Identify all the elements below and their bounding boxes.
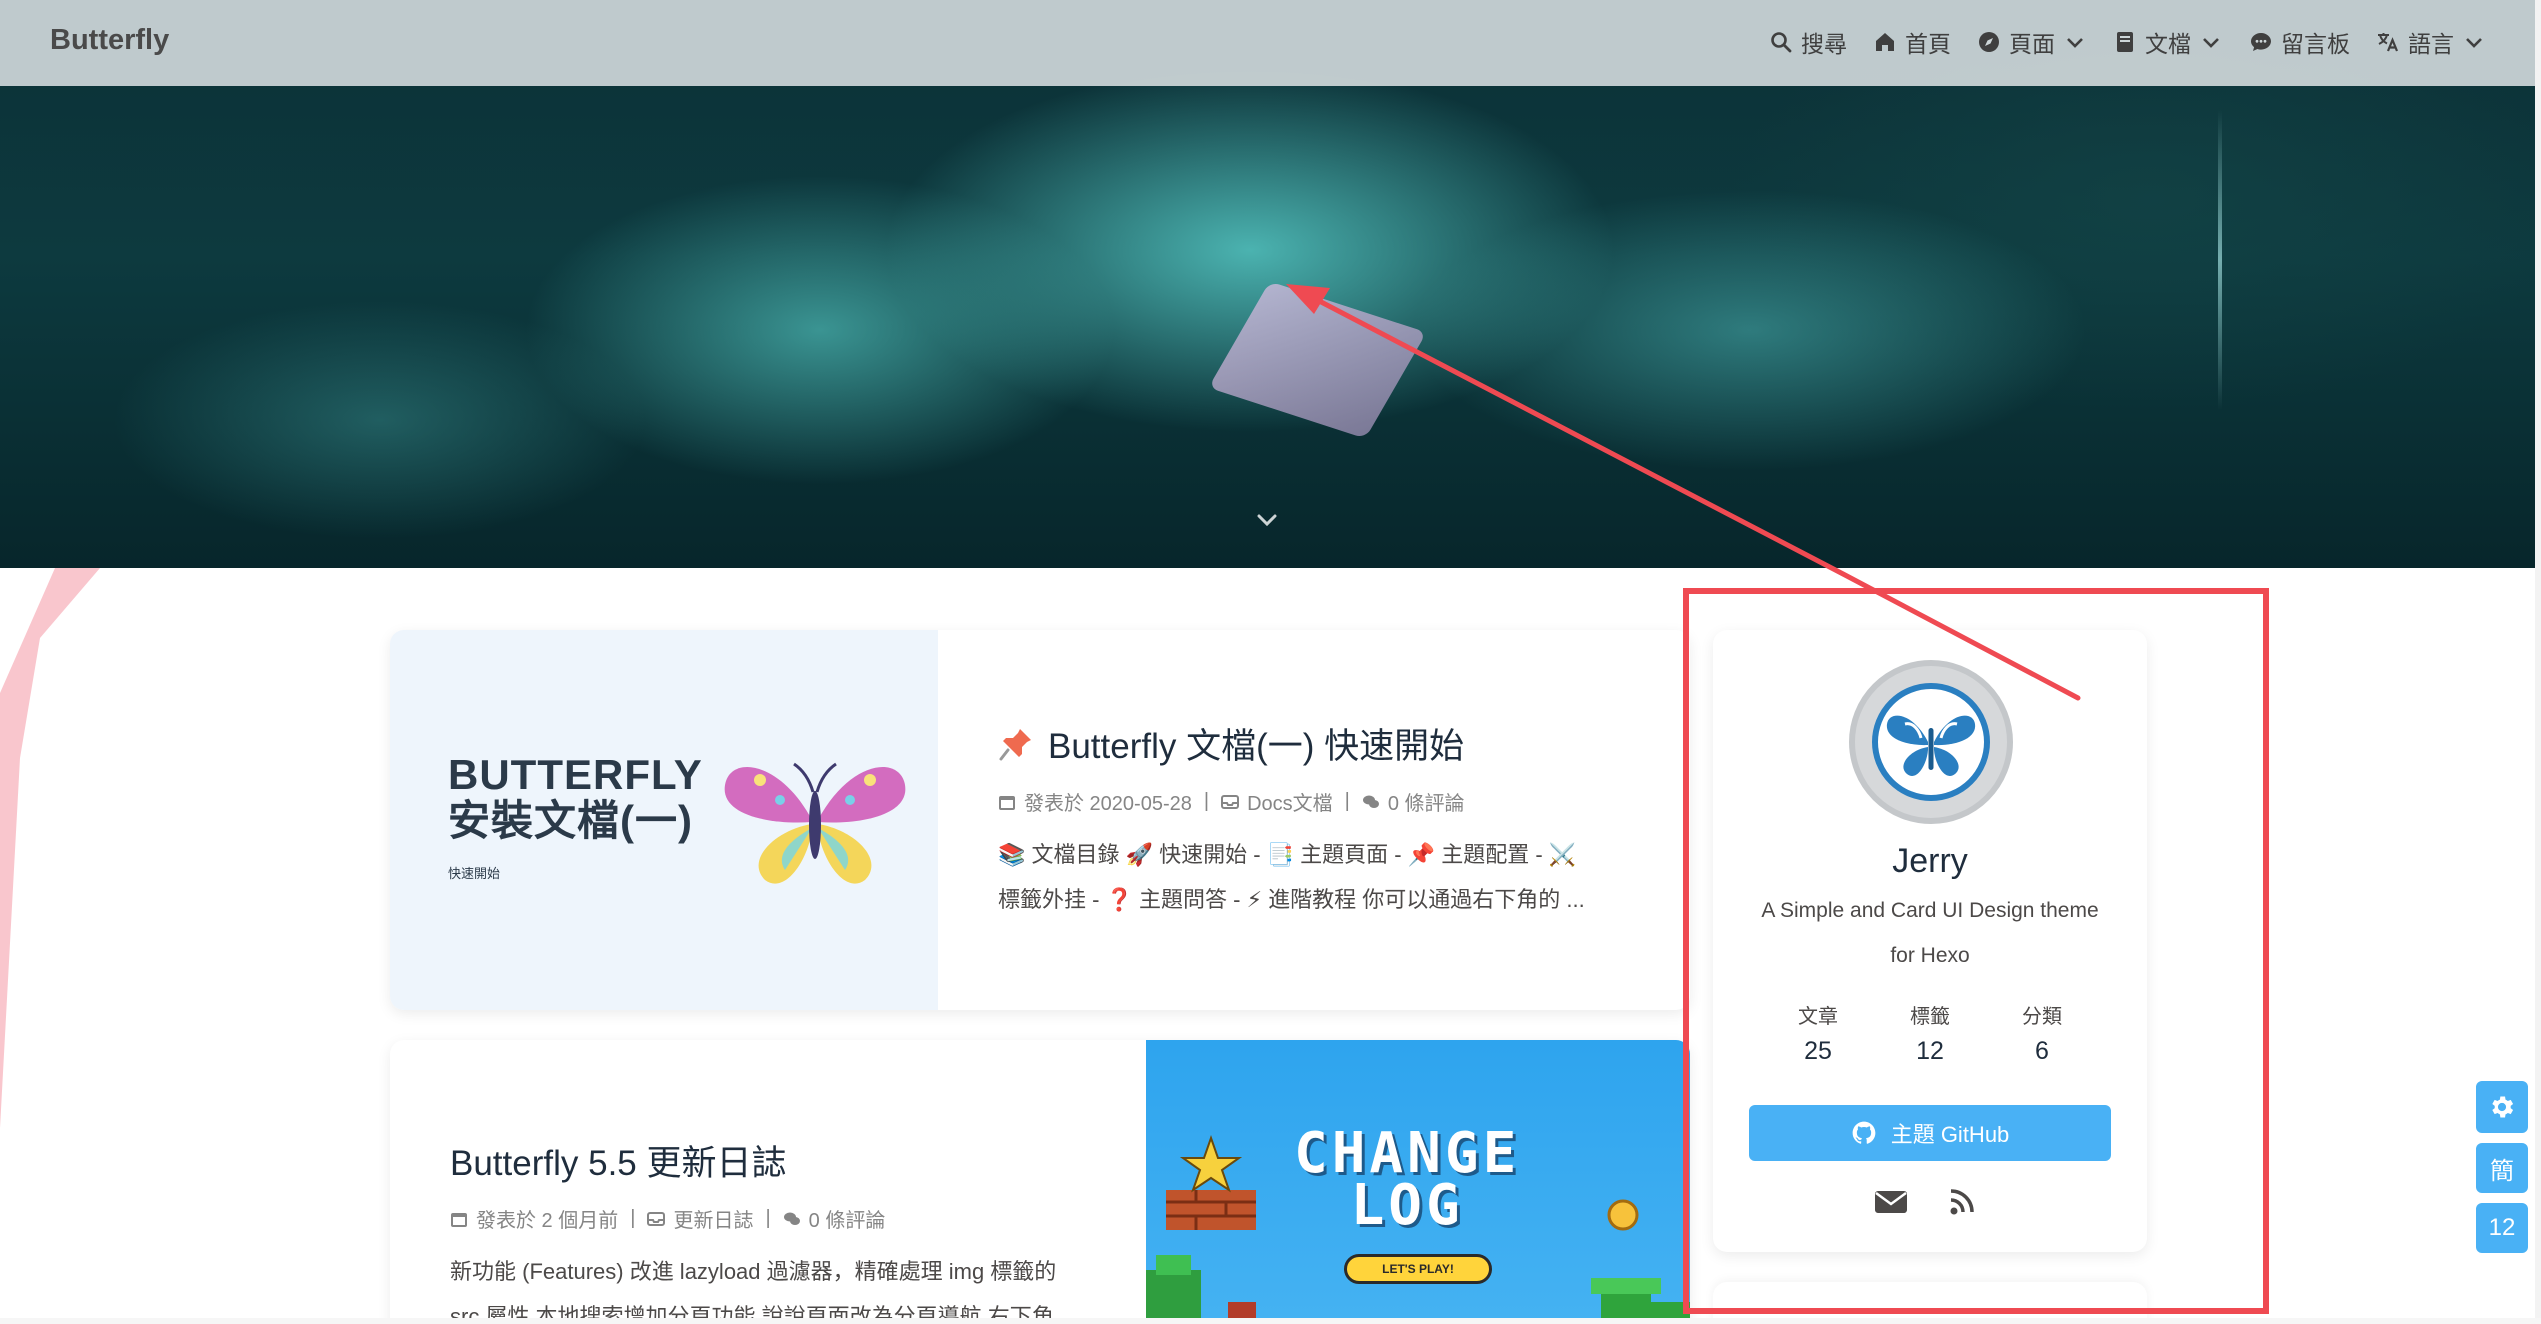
scroll-percent-button[interactable]: 12 (2476, 1203, 2528, 1253)
rightside-buttons: 簡 12 (2476, 1081, 2528, 1253)
annotation-arrow (1286, 284, 2081, 701)
settings-button[interactable] (2476, 1081, 2528, 1133)
gear-icon (2492, 1096, 2514, 1118)
page-bottom-edge (0, 1318, 2541, 1324)
translate-button[interactable]: 簡 (2476, 1143, 2528, 1193)
scrollbar-track[interactable] (2535, 0, 2541, 1324)
